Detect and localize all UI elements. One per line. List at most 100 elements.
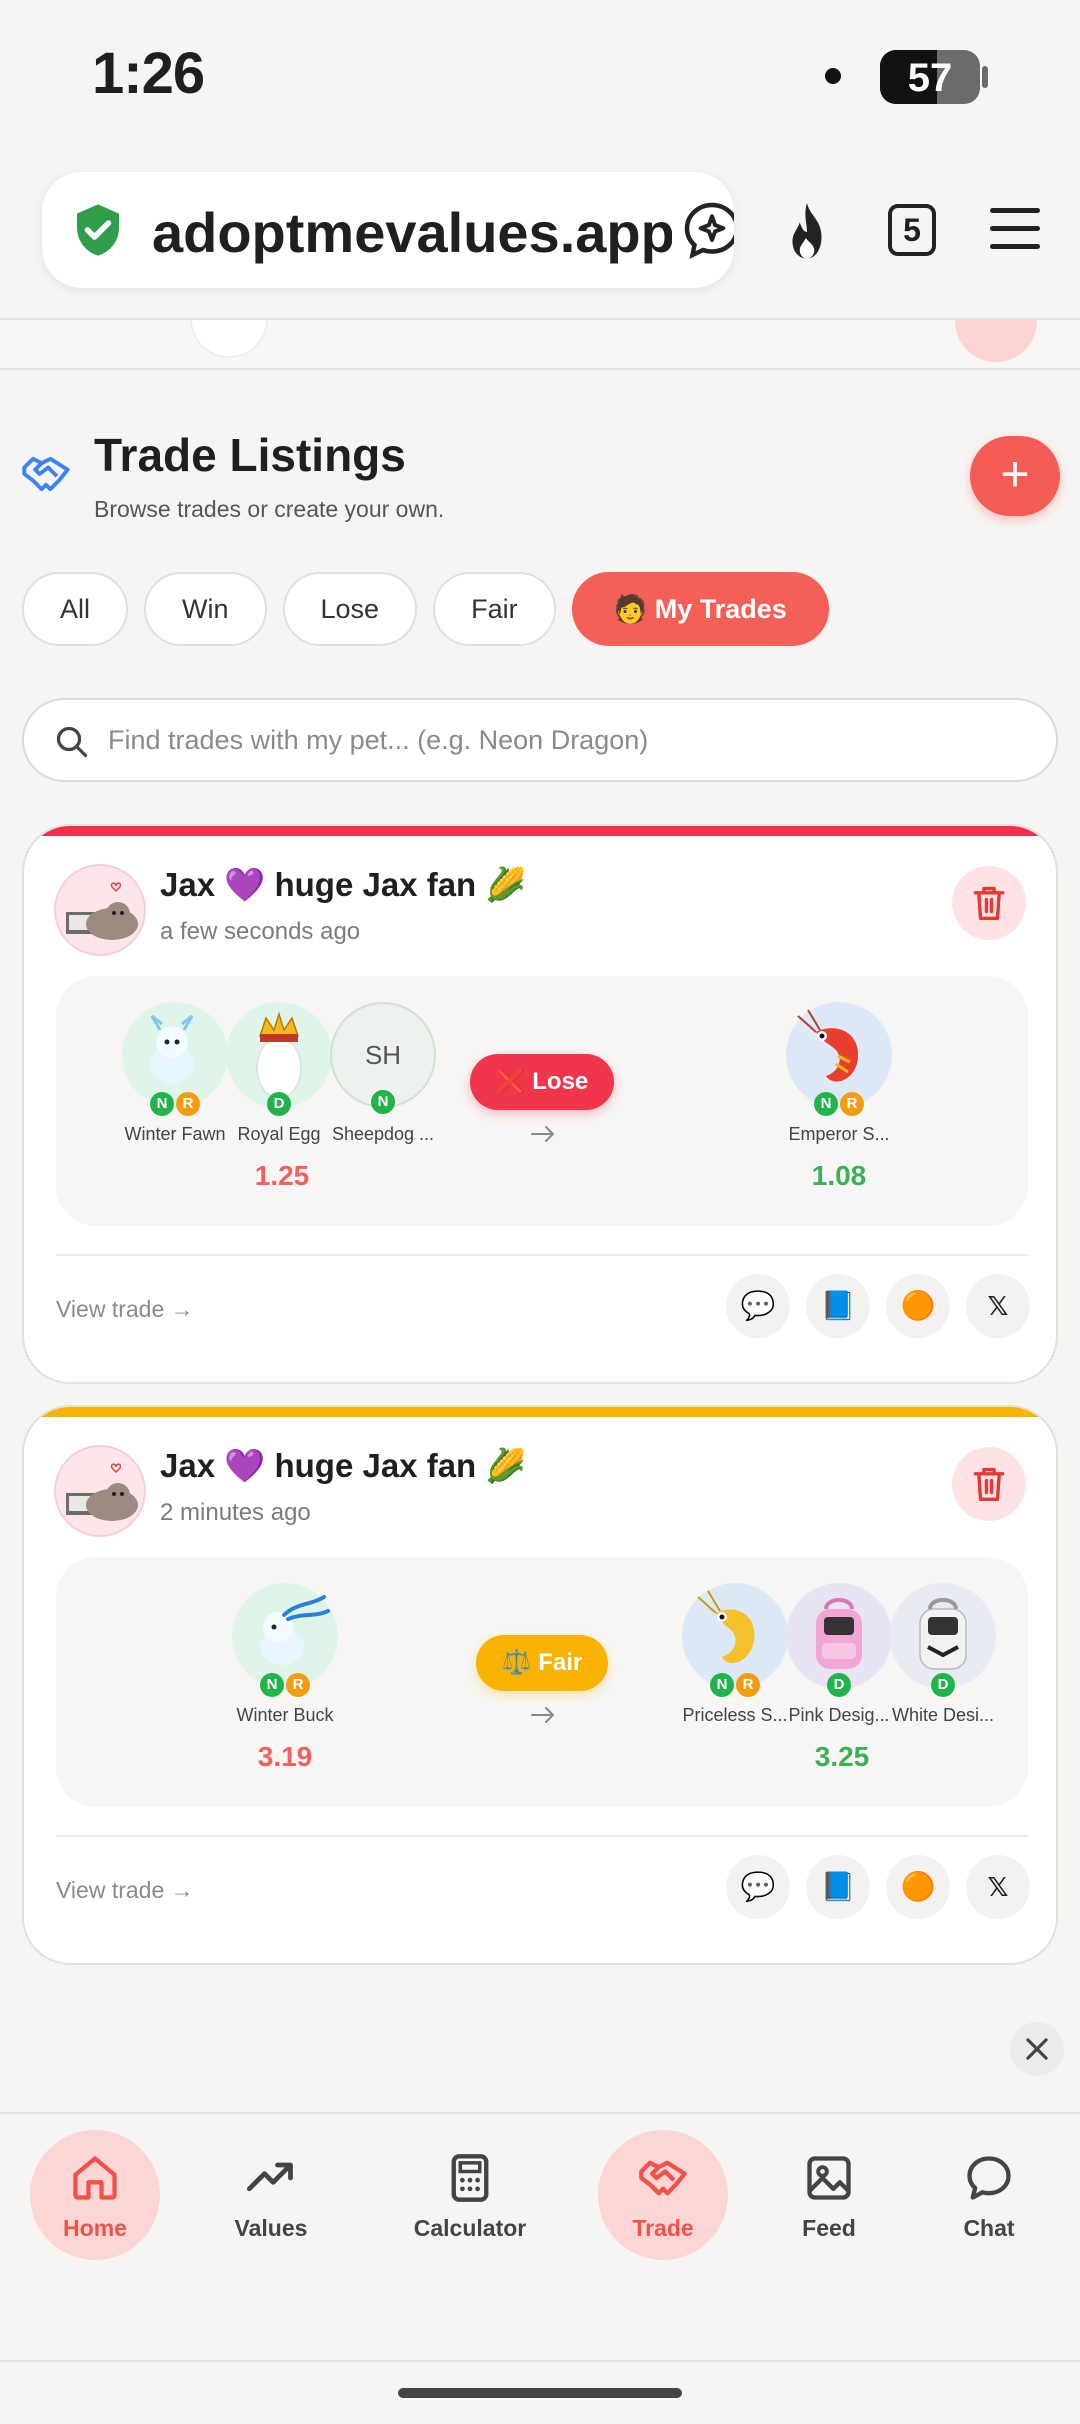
pet-item[interactable]: D Royal Egg — [226, 1002, 332, 1144]
close-banner-button[interactable] — [1010, 2022, 1064, 2076]
trade-username[interactable]: Jax 💜 huge Jax fan 🌽 — [160, 866, 526, 905]
filter-lose[interactable]: Lose — [282, 572, 418, 646]
create-trade-button[interactable]: + — [970, 436, 1060, 516]
trade-username[interactable]: Jax 💜 huge Jax fan 🌽 — [160, 1447, 526, 1486]
secure-shield-icon — [77, 204, 119, 256]
page-subtitle: Browse trades or create your own. — [94, 496, 445, 522]
camera-dot-icon — [825, 68, 841, 84]
neon-badge: N — [710, 1673, 734, 1697]
nav-trade[interactable]: Trade — [598, 2130, 728, 2260]
pet-item[interactable]: D Pink Desig... — [786, 1583, 892, 1725]
filter-win[interactable]: Win — [144, 572, 267, 646]
pet-name: Emperor S... — [788, 1124, 890, 1144]
peek-avatar — [955, 320, 1037, 362]
trade-card: Jax 💜 huge Jax fan 🌽 a few seconds ago N… — [22, 824, 1058, 1384]
share-facebook-icon[interactable]: 📘 — [806, 1855, 870, 1919]
trade-summary[interactable]: N R Winter Buck 3.19 ⚖️ Fair N R Pricele… — [56, 1557, 1028, 1807]
search-icon — [56, 726, 88, 758]
avatar[interactable] — [54, 1445, 146, 1537]
home-indicator[interactable] — [398, 2388, 682, 2398]
filter-fair[interactable]: Fair — [433, 572, 556, 646]
default-badge: D — [931, 1673, 955, 1697]
pet-name: White Desi... — [891, 1705, 995, 1725]
trade-timestamp: a few seconds ago — [160, 918, 361, 945]
arrow-right-icon — [531, 1707, 554, 1723]
status-bar: 1:26 57 — [0, 0, 1080, 150]
winter-fawn-pet-icon — [150, 1014, 194, 1084]
nav-label: Feed — [802, 2215, 856, 2241]
nav-chat[interactable]: Chat — [924, 2130, 1054, 2260]
address-bar[interactable]: adoptmevalues.app — [42, 172, 734, 288]
pet-initials: SH — [364, 1040, 402, 1070]
priceless-shrimp-pet-icon — [697, 1590, 755, 1664]
calculator-icon — [451, 2154, 489, 2202]
pet-item[interactable]: N R Winter Fawn — [122, 1002, 228, 1144]
avatar[interactable] — [54, 864, 146, 956]
verdict-lose-badge: ❌ Lose — [470, 1054, 614, 1110]
ride-badge: R — [736, 1673, 760, 1697]
peek-avatar — [190, 320, 268, 358]
winter-buck-pet-icon — [260, 1595, 330, 1665]
filter-my-trades[interactable]: 🧑 My Trades — [571, 572, 829, 646]
divider — [0, 2360, 1080, 2362]
tab-switcher-button[interactable]: 5 — [888, 204, 936, 256]
divider — [56, 1835, 1028, 1837]
battery-level: 57 — [907, 56, 953, 100]
image-icon — [807, 2156, 851, 2200]
share-reddit-icon[interactable]: 🟠 — [886, 1274, 950, 1338]
pet-item[interactable]: D White Desi... — [890, 1583, 996, 1725]
share-facebook-icon[interactable]: 📘 — [806, 1274, 870, 1338]
arrow-right-icon — [531, 1126, 554, 1142]
url-text[interactable]: adoptmevalues.app — [152, 200, 672, 265]
ride-badge: R — [286, 1673, 310, 1697]
nav-label: Values — [234, 2215, 308, 2241]
nav-home[interactable]: Home — [30, 2130, 160, 2260]
neon-badge: N — [150, 1092, 174, 1116]
view-trade-link[interactable]: View trade → — [56, 1877, 194, 1904]
share-x-icon[interactable]: 𝕏 — [966, 1274, 1030, 1338]
pet-item[interactable]: N R Winter Buck — [232, 1583, 338, 1725]
default-badge: D — [267, 1092, 291, 1116]
trade-summary[interactable]: N R Winter Fawn D Royal Egg SH N Sheepdo… — [56, 976, 1028, 1226]
handshake-icon — [639, 2160, 687, 2196]
verdict-accent-bar — [24, 826, 1056, 836]
fire-icon[interactable] — [778, 200, 836, 264]
share-message-icon[interactable]: 💬 — [726, 1274, 790, 1338]
share-reddit-icon[interactable]: 🟠 — [886, 1855, 950, 1919]
give-total: 1.25 — [254, 1160, 310, 1191]
pet-item[interactable]: N R Priceless S... — [682, 1583, 788, 1725]
pet-item[interactable]: SH N Sheepdog ... — [330, 1002, 436, 1144]
trash-icon — [973, 1467, 1005, 1501]
trash-icon — [973, 886, 1005, 920]
trade-card: Jax 💜 huge Jax fan 🌽 2 minutes ago N R W… — [22, 1405, 1058, 1965]
search-bar — [22, 698, 1058, 782]
nav-feed[interactable]: Feed — [764, 2130, 894, 2260]
nav-label: Trade — [632, 2215, 694, 2241]
status-time: 1:26 — [92, 41, 205, 106]
delete-trade-button[interactable] — [952, 1447, 1026, 1521]
chat-icon — [967, 2156, 1011, 2200]
view-trade-link[interactable]: View trade → — [56, 1296, 194, 1323]
nav-values[interactable]: Values — [206, 2130, 336, 2260]
trending-icon — [246, 2162, 293, 2192]
get-total: 3.25 — [814, 1741, 870, 1772]
assistant-sparkle-icon[interactable] — [682, 200, 734, 260]
search-input[interactable] — [108, 712, 1008, 768]
verdict-fair-badge: ⚖️ Fair — [476, 1635, 608, 1691]
share-message-icon[interactable]: 💬 — [726, 1855, 790, 1919]
nav-label: Home — [63, 2215, 127, 2241]
battery-cap — [982, 66, 988, 88]
ride-badge: R — [176, 1092, 200, 1116]
share-x-icon[interactable]: 𝕏 — [966, 1855, 1030, 1919]
close-icon — [1026, 2038, 1048, 2060]
home-icon — [73, 2156, 117, 2200]
filter-all[interactable]: All — [22, 572, 129, 646]
delete-trade-button[interactable] — [952, 866, 1026, 940]
nav-calculator[interactable]: Calculator — [405, 2130, 535, 2260]
page-title: Trade Listings — [94, 429, 406, 481]
trade-timestamp: 2 minutes ago — [160, 1499, 311, 1526]
browser-menu-icon[interactable] — [990, 208, 1040, 250]
pet-item[interactable]: N R Emperor S... — [786, 1002, 892, 1144]
divider — [56, 1254, 1028, 1256]
get-total: 1.08 — [811, 1160, 867, 1191]
